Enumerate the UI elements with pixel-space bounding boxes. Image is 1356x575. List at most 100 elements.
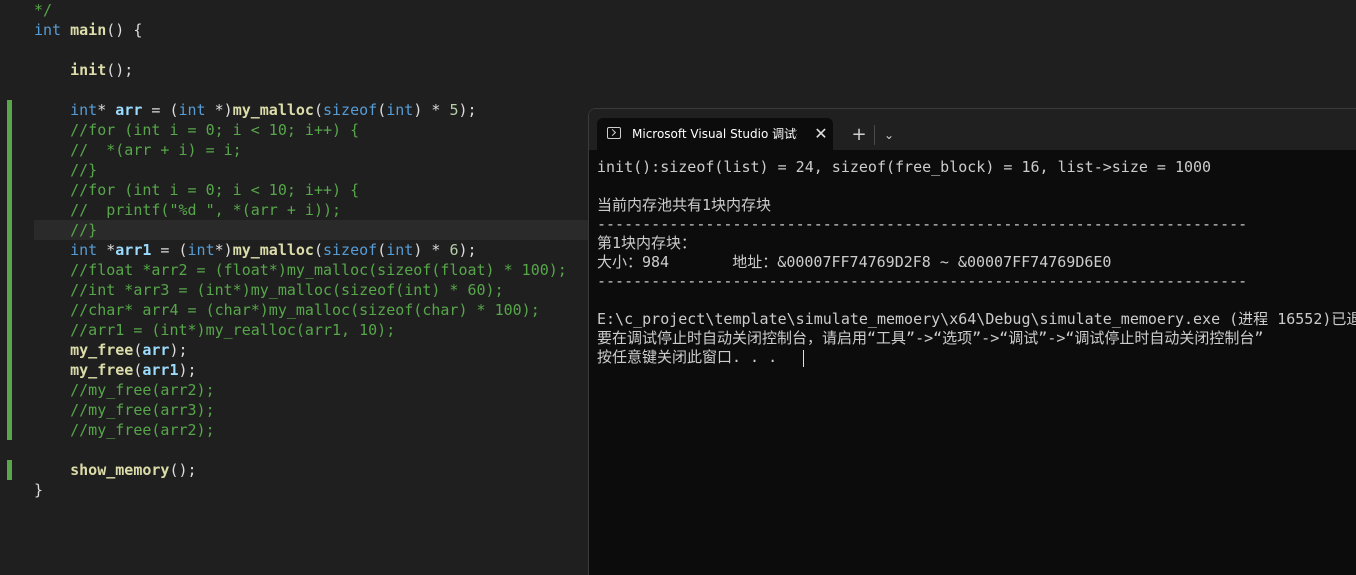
code-token: = ( [151, 241, 188, 259]
code-token: */ [34, 1, 53, 19]
console-line: 第1块内存块： [597, 234, 697, 252]
code-line: show_memory(); [34, 460, 197, 480]
code-token: main [70, 21, 107, 39]
code-token: = ( [142, 101, 179, 119]
code-token: ); [458, 101, 477, 119]
code-token: ( [313, 101, 323, 119]
text-cursor [803, 350, 804, 367]
code-token: ); [178, 361, 197, 379]
code-token: int [34, 21, 62, 39]
code-token: arr [115, 101, 143, 119]
code-token: (); [169, 461, 197, 479]
code-token: * [97, 101, 116, 119]
code-token: //float *arr2 = (float*)my_malloc(sizeof… [34, 261, 567, 279]
code-token: // printf("%d ", *(arr + i)); [34, 201, 342, 219]
code-token: ); [458, 241, 477, 259]
code-line: //for (int i = 0; i < 10; i++) { [34, 120, 359, 140]
code-token: arr [142, 341, 170, 359]
code-line: // *(arr + i) = i; [34, 140, 242, 160]
code-token: //my_free(arr3); [34, 401, 215, 419]
code-token: my_free [70, 341, 134, 359]
code-token: int [178, 101, 206, 119]
close-icon[interactable]: ✕ [811, 124, 831, 144]
console-line: init():sizeof(list) = 24, sizeof(free_bl… [597, 158, 1212, 176]
code-token: //for (int i = 0; i < 10; i++) { [34, 121, 360, 139]
code-line: //} [34, 220, 634, 240]
code-token: //arr1 = (int*)my_realloc(arr1, 10); [34, 321, 396, 339]
code-token: int [70, 101, 98, 119]
debug-console-window[interactable]: Microsoft Visual Studio 调试控 ✕ + ⌄ init()… [588, 108, 1356, 575]
code-line: int *arr1 = (int*)my_malloc(sizeof(int) … [34, 240, 477, 260]
code-line: //int *arr3 = (int*)my_malloc(sizeof(int… [34, 280, 504, 300]
code-token: } [34, 481, 44, 499]
console-line: ----------------------------------------… [597, 272, 1248, 290]
code-line: //for (int i = 0; i < 10; i++) { [34, 180, 359, 200]
code-line: int* arr = (int *)my_malloc(sizeof(int) … [34, 100, 477, 120]
code-token: int [187, 241, 215, 259]
code-token: init [70, 61, 107, 79]
code-token: sizeof [323, 101, 378, 119]
code-token: //for (int i = 0; i < 10; i++) { [34, 181, 360, 199]
code-token: my_malloc [232, 241, 314, 259]
code-token: //} [34, 161, 98, 179]
tab-title: Microsoft Visual Studio 调试控 [632, 127, 797, 141]
code-token: ); [169, 341, 188, 359]
code-token: //} [34, 221, 98, 239]
code-token: my_malloc [232, 101, 314, 119]
code-line: //char* arr4 = (char*)my_malloc(sizeof(c… [34, 300, 540, 320]
code-token: ) * [413, 241, 450, 259]
code-token: //char* arr4 = (char*)my_malloc(sizeof(c… [34, 301, 540, 319]
code-token: ( [377, 241, 387, 259]
code-token: () { [106, 21, 143, 39]
code-token: int [70, 241, 98, 259]
code-token: arr1 [142, 361, 179, 379]
code-token: show_memory [70, 461, 170, 479]
code-line: //float *arr2 = (float*)my_malloc(sizeof… [34, 260, 567, 280]
console-line: ----------------------------------------… [597, 215, 1248, 233]
code-token: //my_free(arr2); [34, 381, 215, 399]
code-token: int [386, 241, 414, 259]
code-token: int [386, 101, 414, 119]
code-line: // printf("%d ", *(arr + i)); [34, 200, 341, 220]
console-line: E:\c_project\template\simulate_memoery\x… [597, 310, 1356, 328]
console-line: 大小：984 地址：&00007FF74769D2F8 ~ &00007FF74… [597, 253, 1112, 271]
code-token: ) * [413, 101, 450, 119]
chevron-down-icon[interactable]: ⌄ [879, 124, 899, 146]
code-token: //my_free(arr2); [34, 421, 215, 439]
code-token: *) [205, 101, 233, 119]
code-token: sizeof [323, 241, 378, 259]
code-token: ( [377, 101, 387, 119]
code-line: */ [34, 0, 52, 20]
console-tab[interactable]: Microsoft Visual Studio 调试控 ✕ [597, 118, 833, 150]
code-token: * [97, 241, 116, 259]
code-token: //int *arr3 = (int*)my_malloc(sizeof(int… [34, 281, 504, 299]
code-line: int main() { [34, 20, 142, 40]
code-line: //my_free(arr3); [34, 400, 215, 420]
code-token: ( [313, 241, 323, 259]
new-tab-button[interactable]: + [848, 124, 870, 146]
code-line: init(); [34, 60, 133, 80]
change-indicator [7, 100, 12, 440]
code-token: *) [214, 241, 233, 259]
code-line: //} [34, 160, 97, 180]
code-line: my_free(arr); [34, 340, 188, 360]
code-token: my_free [70, 361, 134, 379]
console-line: 按任意键关闭此窗口. . . [597, 348, 778, 366]
code-token: (); [106, 61, 134, 79]
change-indicator [7, 460, 12, 480]
console-line: 当前内存池共有1块内存块 [597, 196, 772, 214]
code-line: } [34, 480, 43, 500]
code-token: arr1 [115, 241, 152, 259]
console-line: 要在调试停止时自动关闭控制台，请启用“工具”->“选项”->“调试”->“调试停… [597, 329, 1264, 347]
tab-divider [874, 125, 875, 145]
code-token: // *(arr + i) = i; [34, 141, 242, 159]
code-line: //my_free(arr2); [34, 420, 215, 440]
code-line: //my_free(arr2); [34, 380, 215, 400]
